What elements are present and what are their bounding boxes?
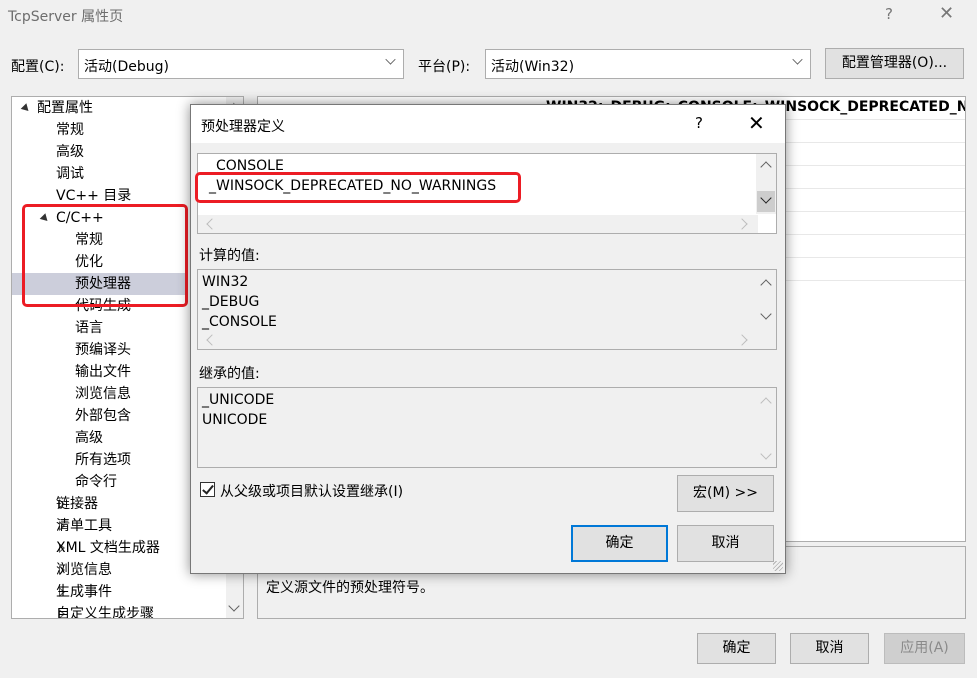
resize-grip-icon[interactable] — [773, 561, 783, 571]
chevron-up-icon[interactable] — [760, 279, 772, 291]
computed-text: WIN32 _DEBUG _CONSOLE — [202, 274, 277, 330]
ok-button[interactable]: 确定 — [697, 633, 776, 664]
tree-item[interactable]: 生成事件 — [12, 581, 222, 603]
inherited-label: 继承的值: — [199, 366, 260, 382]
dialog-titlebar: 预处理器定义 ? ✕ — [191, 105, 785, 143]
help-icon[interactable]: ? — [885, 5, 893, 23]
description-text: 定义源文件的预处理符号。 — [266, 580, 434, 596]
window-title: TcpServer 属性页 — [8, 9, 124, 25]
tree-item-label: XML 文档生成器 — [56, 540, 160, 556]
highlight-box — [22, 204, 188, 307]
help-icon[interactable]: ? — [695, 114, 703, 132]
chevron-down-icon[interactable] — [760, 308, 772, 320]
tree-item-label: 输出文件 — [75, 364, 131, 380]
config-select-value: 活动(Debug) — [84, 59, 169, 75]
chevron-up-icon — [760, 397, 772, 409]
dialog-title: 预处理器定义 — [201, 119, 285, 135]
chevron-right-icon[interactable] — [736, 334, 748, 346]
tree-item-label: 配置属性 — [37, 100, 93, 116]
config-select[interactable]: 活动(Debug) — [78, 49, 404, 79]
close-icon[interactable]: ✕ — [939, 3, 954, 24]
definitions-vscroll[interactable] — [756, 154, 776, 214]
chevron-right-icon[interactable] — [736, 218, 748, 230]
dialog-cancel-button[interactable]: 取消 — [677, 525, 774, 562]
tree-item[interactable]: 自定义生成步骤 — [12, 603, 222, 619]
platform-select[interactable]: 活动(Win32) — [485, 49, 811, 79]
tree-item-label: 语言 — [75, 320, 103, 336]
config-label: 配置(C): — [11, 59, 65, 75]
dialog-ok-button[interactable]: 确定 — [571, 525, 668, 562]
window-titlebar: TcpServer 属性页 ? ✕ — [0, 0, 977, 32]
tree-item-label: 调试 — [56, 166, 84, 182]
definitions-hscroll[interactable] — [198, 215, 758, 233]
tree-item-label: 链接器 — [56, 496, 98, 512]
inherited-vscroll — [756, 388, 776, 467]
chevron-down-icon — [792, 54, 803, 65]
tree-item-label: 所有选项 — [75, 452, 131, 468]
tree-item-label: 生成事件 — [56, 584, 112, 600]
tree-item-label: 外部包含 — [75, 408, 131, 424]
tree-item-label: 高级 — [56, 144, 84, 160]
highlight-box — [195, 172, 521, 203]
chevron-up-icon[interactable] — [760, 161, 772, 173]
chevron-down-icon — [385, 54, 396, 65]
platform-select-value: 活动(Win32) — [491, 59, 575, 75]
inherited-values: _UNICODE UNICODE — [197, 387, 777, 468]
chevron-left-icon[interactable] — [206, 218, 218, 230]
platform-label: 平台(P): — [418, 59, 471, 75]
chevron-down-icon[interactable] — [228, 600, 240, 612]
tree-item-label: 清单工具 — [56, 518, 112, 534]
macro-button[interactable]: 宏(M) >> — [677, 475, 774, 512]
inherited-text: _UNICODE UNICODE — [202, 392, 275, 428]
config-manager-button[interactable]: 配置管理器(O)... — [825, 48, 964, 79]
expanded-arrow-icon[interactable] — [20, 103, 32, 114]
tree-item-label: 高级 — [75, 430, 103, 446]
tree-item-label: 自定义生成步骤 — [56, 606, 154, 619]
computed-label: 计算的值: — [199, 248, 260, 264]
tree-item-label: 常规 — [56, 122, 84, 138]
inherit-checkbox-label[interactable]: 从父级或项目默认设置继承(I) — [220, 481, 403, 501]
chevron-down-icon — [760, 448, 772, 460]
cancel-button[interactable]: 取消 — [790, 633, 869, 664]
inherit-checkbox[interactable] — [200, 482, 215, 497]
computed-vscroll[interactable] — [756, 270, 776, 332]
close-icon[interactable]: ✕ — [748, 111, 765, 135]
tree-item-label: 浏览信息 — [75, 386, 131, 402]
tree-item-label: 浏览信息 — [56, 562, 112, 578]
chevron-left-icon[interactable] — [206, 334, 218, 346]
computed-values: WIN32 _DEBUG _CONSOLE — [197, 269, 777, 350]
computed-hscroll[interactable] — [198, 331, 758, 349]
apply-button[interactable]: 应用(A) — [884, 633, 965, 664]
tree-item-label: 预编译头 — [75, 342, 131, 358]
tree-item-label: 命令行 — [75, 474, 117, 490]
